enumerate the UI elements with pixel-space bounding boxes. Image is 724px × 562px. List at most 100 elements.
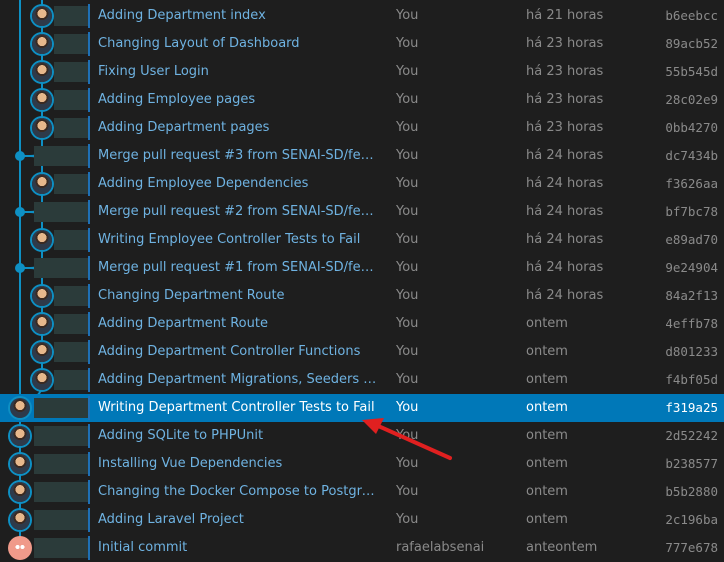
column-separator (88, 312, 90, 336)
ref-label-box (34, 146, 90, 166)
commit-message: Adding Department pages (98, 120, 270, 135)
commit-row[interactable]: Adding Department pages You há 23 horas 0bb… (0, 114, 724, 142)
ref-label-box (54, 230, 90, 250)
avatar (32, 118, 52, 138)
ref-label-box (54, 174, 90, 194)
column-separator (88, 172, 90, 196)
commit-row[interactable]: Adding Department Migrations, Seeders an… (0, 366, 724, 394)
commit-row[interactable]: Adding Department Route You ontem 4effb78 (0, 310, 724, 338)
commit-author: rafaelabsenai (396, 540, 485, 555)
commit-message: Adding Employee Dependencies (98, 176, 309, 191)
column-separator (88, 396, 90, 420)
ref-label-box (54, 118, 90, 138)
commit-date: há 24 horas (526, 260, 604, 275)
commit-message: Writing Department Controller Tests to F… (98, 400, 375, 415)
commit-row[interactable]: Adding Laravel Project You ontem 2c196ba (0, 506, 724, 534)
commit-message: Changing Department Route (98, 288, 285, 303)
commit-author: You (396, 316, 419, 331)
commit-hash: f319a25 (665, 400, 718, 415)
commit-hash: 2d52242 (665, 428, 718, 443)
commit-row[interactable]: Writing Employee Controller Tests to Fai… (0, 226, 724, 254)
commit-row[interactable]: Adding Employee pages You há 23 horas 28c02… (0, 86, 724, 114)
ref-label-box (54, 370, 90, 390)
commit-author: You (396, 344, 419, 359)
avatar (32, 370, 52, 390)
avatar (32, 342, 52, 362)
avatar (32, 62, 52, 82)
commit-row[interactable]: Changing Layout of Dashboard You há 23 hor… (0, 30, 724, 58)
commit-author: You (396, 288, 419, 303)
commit-hash: 0bb4270 (665, 120, 718, 135)
commit-date: há 24 horas (526, 204, 604, 219)
commit-row[interactable]: Adding SQLite to PHPUnit You ontem 2d52242 (0, 422, 724, 450)
commit-hash: d801233 (665, 344, 718, 359)
commit-row[interactable]: Adding Employee Dependencies You há 24 hor… (0, 170, 724, 198)
commit-row[interactable]: Merge pull request #2 from SENAI-SD/feat… (0, 198, 724, 226)
column-separator (88, 480, 90, 504)
commit-hash: 2c196ba (665, 512, 718, 527)
column-separator (88, 284, 90, 308)
commit-date: há 21 horas (526, 8, 604, 23)
commit-author: You (396, 92, 419, 107)
commit-message: Adding Laravel Project (98, 512, 244, 527)
commit-hash: f3626aa (665, 176, 718, 191)
commit-hash: 9e24904 (665, 260, 718, 275)
commit-author: You (396, 148, 419, 163)
commit-author: You (396, 512, 419, 527)
commit-date: há 23 horas (526, 64, 604, 79)
commit-date: ontem (526, 316, 568, 331)
commit-date: há 23 horas (526, 120, 604, 135)
column-separator (88, 200, 90, 224)
commit-author: You (396, 120, 419, 135)
commit-row[interactable]: Merge pull request #1 from SENAI-SD/feat… (0, 254, 724, 282)
avatar (10, 482, 30, 502)
commit-message: Adding Department Controller Functions (98, 344, 361, 359)
ref-label-box (54, 286, 90, 306)
commit-hash: 4effb78 (665, 316, 718, 331)
column-separator (88, 60, 90, 84)
column-separator (88, 340, 90, 364)
commit-hash: 84a2f13 (665, 288, 718, 303)
ref-label-box (54, 342, 90, 362)
avatar (32, 286, 52, 306)
commit-hash: 28c02e9 (665, 92, 718, 107)
commit-row[interactable]: Changing the Docker Compose to PostgreSQ… (0, 478, 724, 506)
commit-row[interactable]: Initial commit rafaelabsenai anteontem 777e… (0, 534, 724, 562)
ref-label-box (34, 538, 90, 558)
commit-row[interactable]: Fixing User Login You há 23 horas 55b545d (0, 58, 724, 86)
avatar (10, 398, 30, 418)
commit-row[interactable]: Adding Department index You há 21 horas b6e… (0, 2, 724, 30)
commit-author: You (396, 428, 419, 443)
robot-avatar (10, 538, 30, 558)
ref-label-box (34, 426, 90, 446)
commit-author: You (396, 36, 419, 51)
commit-author: You (396, 484, 419, 499)
ref-label-box (34, 454, 90, 474)
commit-date: ontem (526, 400, 568, 415)
commit-message: Adding SQLite to PHPUnit (98, 428, 264, 443)
commit-message: Merge pull request #1 from SENAI-SD/feat… (98, 260, 380, 275)
commit-message: Adding Department index (98, 8, 266, 23)
ref-label-box (34, 482, 90, 502)
commit-message: Adding Department Migrations, Seeders an… (98, 372, 380, 387)
commit-date: há 24 horas (526, 288, 604, 303)
commit-message: Writing Employee Controller Tests to Fai… (98, 232, 361, 247)
commit-row[interactable]: Installing Vue Dependencies You ontem b2385… (0, 450, 724, 478)
commit-row[interactable]: Writing Department Controller Tests to F… (0, 394, 724, 422)
commit-author: You (396, 260, 419, 275)
avatar (32, 314, 52, 334)
commit-date: ontem (526, 344, 568, 359)
commit-row[interactable]: Changing Department Route You há 24 horas 8… (0, 282, 724, 310)
commit-author: You (396, 8, 419, 23)
commit-date: ontem (526, 512, 568, 527)
commit-author: You (396, 232, 419, 247)
ref-label-box (54, 90, 90, 110)
commit-message: Changing the Docker Compose to PostgreSQ… (98, 484, 380, 499)
avatar (32, 174, 52, 194)
commit-hash: b5b2880 (665, 484, 718, 499)
commit-message: Adding Employee pages (98, 92, 256, 107)
commit-row[interactable]: Merge pull request #3 from SENAI-SD/feat… (0, 142, 724, 170)
commit-message: Adding Department Route (98, 316, 268, 331)
avatar (10, 454, 30, 474)
commit-row[interactable]: Adding Department Controller Functions Yo… (0, 338, 724, 366)
